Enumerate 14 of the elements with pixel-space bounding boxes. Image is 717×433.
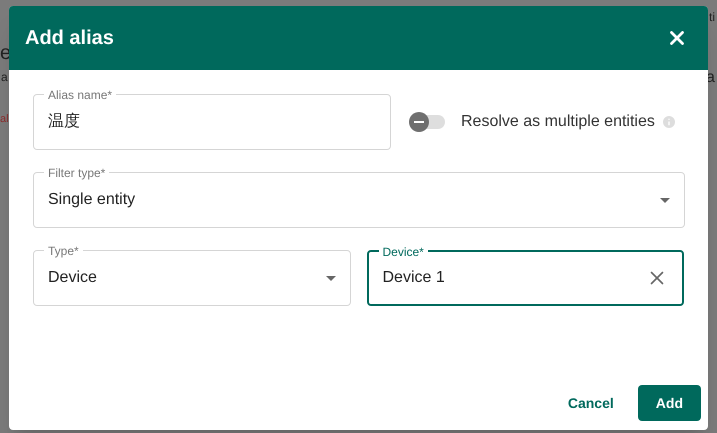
field-value: Device [48,268,98,288]
add-button[interactable]: Add [638,385,701,421]
dropdown-caret-icon [660,198,670,202]
background-text: al [0,112,9,127]
field-value: Device 1 [382,268,446,288]
dialog-title: Add alias [25,26,114,51]
dropdown-caret-icon [326,276,336,280]
resolve-label: Resolve as multiple entities [461,112,655,132]
cancel-button[interactable]: Cancel [560,385,622,421]
resolve-toggle[interactable] [409,115,445,129]
background-text: a [1,69,8,86]
field-value: 温度 [48,112,81,132]
background-text: ti [709,9,715,26]
field-value: Single entity [48,190,136,210]
